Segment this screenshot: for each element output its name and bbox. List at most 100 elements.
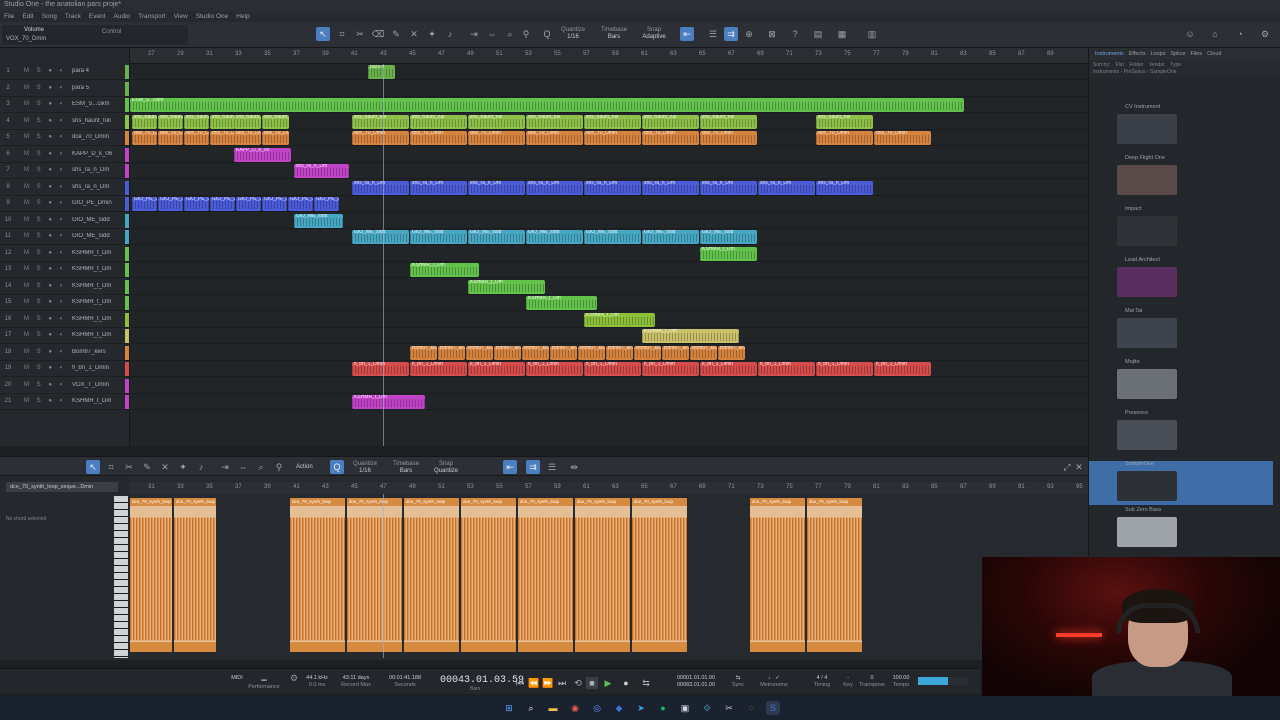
zoom-icon[interactable]: ⌕ (503, 27, 517, 41)
track-lane[interactable] (130, 213, 1088, 229)
audio-event[interactable]: shs_ra_n_Dm (352, 180, 409, 195)
track-name[interactable]: KSHMR_t_Dm (72, 250, 122, 256)
audio-event[interactable]: Bom87_kers (410, 345, 437, 360)
stop-icon[interactable]: ■ (586, 677, 598, 689)
sort-vendor[interactable]: Vendor (1149, 62, 1165, 68)
editor-bounce-icon[interactable]: ⇥ (218, 460, 232, 474)
track-header[interactable]: 8 M S ● ◐ shs_ra_n_Dm (0, 180, 130, 196)
rewind-icon[interactable]: ⏪ (528, 677, 540, 689)
track-name[interactable]: dce_70_Dmin (72, 134, 122, 140)
tab-loops[interactable]: Loops (1150, 48, 1165, 60)
track-name[interactable]: shs_haunt_full (72, 118, 122, 124)
waveform-event[interactable]: dce_70_synth_loop (461, 498, 516, 652)
menu-studio-one[interactable]: Studio One (196, 12, 229, 22)
track-name[interactable]: shs_ra_n_Dm (72, 167, 122, 173)
track-name[interactable]: ESM_S...cikm (72, 101, 122, 107)
audio-event[interactable]: fl_bri_1_Dmin (352, 362, 409, 376)
editor-bend-tool-icon[interactable]: ✦ (176, 460, 190, 474)
playhead[interactable] (383, 64, 384, 446)
audio-event[interactable]: dce_70_Dmin (262, 131, 289, 145)
path-sampleone[interactable]: SampleOne (1150, 69, 1176, 75)
sync-button[interactable]: ⇆ Sync (728, 675, 748, 689)
mute-solo-record[interactable]: M S ● ◐ (24, 382, 66, 388)
track-header[interactable]: 21 M S ● ◐ KSHMR_t_Dm (0, 394, 130, 410)
audio-event[interactable]: dce_70_Dmin (584, 131, 641, 145)
track-header[interactable]: 4 M S ● ◐ shs_haunt_full (0, 114, 130, 130)
folder-icon[interactable]: ▬ (546, 701, 560, 715)
audio-event[interactable]: dce_70_Dmin (132, 131, 157, 145)
tab-splice[interactable]: Splice (1170, 48, 1185, 60)
plugin-item[interactable]: Impact (1089, 206, 1273, 258)
editor-track-name[interactable]: dce_70_synth_loop_seque...Dmin (6, 482, 118, 492)
audio-event[interactable]: GIO_PE_Dmin (314, 197, 339, 211)
editor-snap-toggle-icon[interactable]: ⇤ (503, 460, 517, 474)
autoscroll-icon[interactable]: ⇉ (724, 27, 738, 41)
audio-event[interactable]: shs_haunt_full (584, 114, 641, 129)
mute-solo-record[interactable]: M S ● ◐ (24, 233, 66, 239)
audio-event[interactable]: KAPP_D_k_06 (234, 147, 291, 162)
audio-event[interactable]: fl_bri_1_Dmin (410, 362, 467, 376)
audio-event[interactable]: fl_bri_1_Dmin (758, 362, 815, 376)
mute-solo-record[interactable]: M S ● ◐ (24, 283, 66, 289)
plugin-item[interactable]: Sub Zero Bass (1089, 507, 1273, 559)
track-lane[interactable] (130, 163, 1088, 179)
mute-solo-record[interactable]: M S ● ◐ (24, 151, 66, 157)
editor-arrow-tool-icon[interactable]: ↖ (86, 460, 100, 474)
audio-event[interactable]: fl_bri_1_Dmin (468, 362, 525, 376)
mute-solo-record[interactable]: M S ● ◐ (24, 184, 66, 190)
sort-folder[interactable]: Folder (1129, 62, 1143, 68)
audio-engine-icon[interactable]: ⚙ (288, 674, 300, 683)
waveform-event[interactable]: dce_70_synth_loop (174, 498, 216, 652)
mute-solo-record[interactable]: M S ● ◐ (24, 365, 66, 371)
audio-event[interactable]: shs_ra_n_Dm (700, 180, 757, 195)
mute-solo-record[interactable]: M S ● ◐ (24, 316, 66, 322)
audio-event[interactable]: dce_70_Dmin (410, 131, 467, 145)
audio-event[interactable]: shs_haunt_full (352, 114, 409, 129)
browse-view-icon[interactable]: ▥ (865, 27, 879, 41)
track-lane[interactable] (130, 378, 1088, 394)
track-header[interactable]: 1 M S ● ◐ para 4 (0, 64, 130, 80)
audio-event[interactable]: dce_70_Dmin (234, 131, 261, 145)
audio-event[interactable]: shs_ra_n_Dm (294, 164, 349, 178)
spotify-icon[interactable]: ● (656, 701, 670, 715)
editor-paint-tool-icon[interactable]: ✎ (140, 460, 154, 474)
waveform-event[interactable]: dce_70_synth_loop (130, 498, 172, 652)
track-name[interactable]: KSHMR_t_Dm (72, 283, 122, 289)
audio-event[interactable]: Bom87_kers (550, 345, 577, 360)
piano-keys[interactable] (114, 496, 128, 658)
metronome-button[interactable]: ♩ ✓ Metronome (752, 675, 796, 689)
editor-stretch-icon[interactable]: ⇔ (236, 460, 250, 474)
editor-quantize-setting[interactable]: Quantize 1/16 (350, 461, 380, 475)
record-icon[interactable]: ● (620, 677, 632, 689)
track-name[interactable]: KSHMR_t_Dm (72, 316, 122, 322)
track-header[interactable]: 2 M S ● ◐ para 5 (0, 81, 130, 97)
track-name[interactable]: KSHMR_t_Dm (72, 299, 122, 305)
plugin-item[interactable]: SampleOne (1089, 461, 1273, 505)
eraser-tool-icon[interactable]: ⌫ (371, 27, 385, 41)
track-name[interactable]: KSHMR_t_Dm (72, 332, 122, 338)
editor-list-icon[interactable]: ☰ (545, 460, 559, 474)
audio-event[interactable]: KSHMR_t_Dm (410, 263, 479, 277)
start-icon[interactable]: ⊞ (502, 701, 516, 715)
track-name[interactable]: GIO_ME_sidd (72, 233, 122, 239)
editor-ruler[interactable]: 31 33 35 37 39 41 43 45 47 49 51 53 55 57 59 61 63 65 67 69… (130, 482, 1088, 494)
studio-one-icon[interactable]: S (766, 701, 780, 715)
arrange-view[interactable]: 27 29 31 33 35 37 39 41 43 45 47 49 51 53 55 57 59 61 63 65… (130, 48, 1088, 446)
audio-event[interactable]: KSHMR_t_Dm (352, 395, 425, 409)
audio-event[interactable]: KSHMR_t_Dm (642, 329, 739, 343)
timeline-ruler[interactable]: 27 29 31 33 35 37 39 41 43 45 47 49 51 53 55 57 59 61 63 65… (130, 48, 1088, 64)
audio-event[interactable]: fl_bri_1_Dmin (700, 362, 757, 376)
play-icon[interactable]: ▶ (602, 677, 614, 689)
loop-icon[interactable]: ⟲ (572, 677, 584, 689)
track-lane[interactable] (130, 262, 1088, 278)
waveform-event[interactable]: dce_70_synth_loop (750, 498, 805, 652)
cursor-follow-icon[interactable]: ⊕ (742, 27, 756, 41)
audio-event[interactable]: GIO_PE_Dmin (158, 197, 183, 211)
editor-range-tool-icon[interactable]: ⌗ (104, 460, 118, 474)
editor-loop-icon[interactable]: ⇹ (567, 460, 581, 474)
audio-event[interactable]: GIO_ME_sidd (294, 213, 343, 228)
mute-solo-record[interactable]: M S ● ◐ (24, 332, 66, 338)
track-lane[interactable] (130, 394, 1088, 410)
bars-display[interactable]: 00043.01.03.59 (440, 675, 524, 686)
waveform-event[interactable]: dce_70_synth_loop (807, 498, 862, 652)
